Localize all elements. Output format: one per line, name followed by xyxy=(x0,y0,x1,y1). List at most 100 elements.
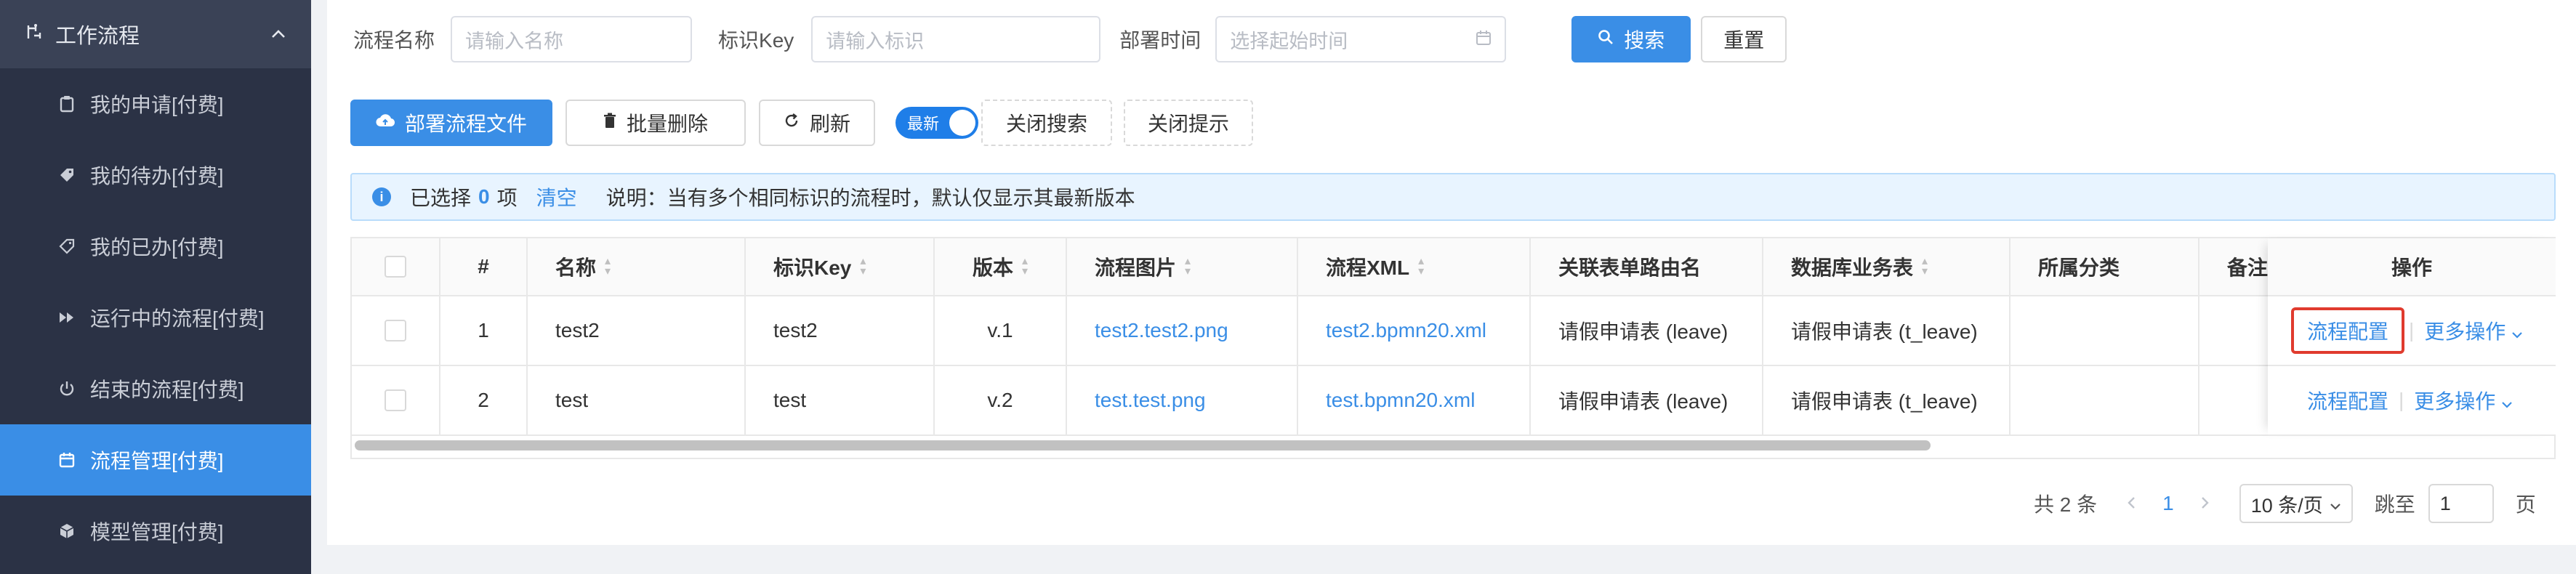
sidebar-item-my-applications[interactable]: 我的申请[付费] xyxy=(0,68,311,140)
sidebar-item-label: 结束的流程[付费] xyxy=(90,379,244,401)
next-page-icon[interactable] xyxy=(2200,492,2210,515)
batch-delete-button[interactable]: 批量删除 xyxy=(565,100,746,146)
toolbar: 部署流程文件 批量删除 刷新 最新 关闭搜索 关闭提示 xyxy=(350,100,1253,146)
col-key[interactable]: 标识Key ▴ ▾ xyxy=(746,238,935,295)
jump-input[interactable]: 1 xyxy=(2428,484,2494,523)
col-ops: 操作 xyxy=(2268,238,2556,296)
table-row: 1 test2 test2 v.1 test2.test2.png test2.… xyxy=(352,296,2554,366)
key-input[interactable]: 请输入标识 xyxy=(811,16,1101,62)
chevron-up-icon[interactable] xyxy=(270,24,286,44)
calendar-icon xyxy=(54,452,80,468)
col-category: 所属分类 xyxy=(2011,238,2199,295)
row-name: test xyxy=(528,366,746,434)
refresh-icon xyxy=(784,113,800,134)
col-version[interactable]: 版本 ▴ ▾ xyxy=(935,238,1067,295)
row-checkbox[interactable] xyxy=(385,320,406,341)
search-form: 流程名称 请输入名称 标识Key 请输入标识 部署时间 选择起始时间 搜索 重置 xyxy=(353,16,1787,62)
divider: | xyxy=(2409,319,2415,341)
row-index: 1 xyxy=(440,296,528,365)
row-version: v.2 xyxy=(935,366,1067,434)
selected-count: 0 xyxy=(478,185,490,208)
sort-icon: ▴ ▾ xyxy=(1922,255,1928,278)
image-link[interactable]: test2.test2.png xyxy=(1095,319,1228,342)
deploy-button[interactable]: 部署流程文件 xyxy=(350,100,552,146)
tag-outline-icon xyxy=(54,238,80,255)
row-index: 2 xyxy=(440,366,528,434)
page-number[interactable]: 1 xyxy=(2162,492,2174,515)
total-count: 共 2 条 xyxy=(2034,493,2098,516)
reset-button[interactable]: 重置 xyxy=(1701,16,1787,62)
select-all-checkbox[interactable] xyxy=(385,256,406,278)
close-search-button[interactable]: 关闭搜索 xyxy=(981,100,1112,146)
row-key: test xyxy=(746,366,935,434)
row-xml-cell: test.bpmn20.xml xyxy=(1298,366,1531,434)
chevron-down-icon xyxy=(2511,320,2523,343)
page-suffix: 页 xyxy=(2515,493,2536,516)
sidebar-item-label: 模型管理[付费] xyxy=(90,521,224,543)
row-category xyxy=(2011,296,2199,365)
row-route: 请假申请表 (leave) xyxy=(1531,296,1763,365)
refresh-button[interactable]: 刷新 xyxy=(759,100,875,146)
image-link[interactable]: test.test.png xyxy=(1095,389,1206,412)
process-config-link[interactable]: 流程配置 xyxy=(2307,386,2388,415)
sidebar-item-label: 流程管理[付费] xyxy=(90,450,224,472)
horizontal-scrollbar[interactable] xyxy=(355,440,1931,450)
workflow-icon xyxy=(25,23,44,47)
sidebar-item-finished[interactable]: 结束的流程[付费] xyxy=(0,353,311,424)
sort-icon: ▴ ▾ xyxy=(1418,255,1425,278)
sidebar-item-label: 我的已办[付费] xyxy=(90,236,224,259)
sidebar-group-workflow[interactable]: 工作流程 xyxy=(0,0,311,68)
alert-note: 说明：当有多个相同标识的流程时，默认仅显示其最新版本 xyxy=(605,187,1135,209)
chevron-down-icon xyxy=(2501,390,2513,413)
row-route: 请假申请表 (leave) xyxy=(1531,366,1763,434)
close-tip-button[interactable]: 关闭提示 xyxy=(1124,100,1253,146)
time-label: 部署时间 xyxy=(1119,29,1202,52)
xml-link[interactable]: test.bpmn20.xml xyxy=(1326,389,1475,412)
search-button[interactable]: 搜索 xyxy=(1571,16,1691,62)
jump-label: 跳至 xyxy=(2374,493,2415,516)
col-name[interactable]: 名称 ▴ ▾ xyxy=(528,238,746,295)
clear-selection-link[interactable]: 清空 xyxy=(536,182,577,211)
sidebar-item-model-management[interactable]: 模型管理[付费] xyxy=(0,496,311,567)
sidebar-item-running[interactable]: 运行中的流程[付费] xyxy=(0,282,311,353)
row-key: test2 xyxy=(746,296,935,365)
pagination: 共 2 条 1 10 条/页 跳至 1 页 xyxy=(2034,484,2536,523)
row-xml-cell: test2.bpmn20.xml xyxy=(1298,296,1531,365)
sidebar-item-label: 我的待办[付费] xyxy=(90,165,224,187)
sidebar-group-label: 工作流程 xyxy=(55,25,140,48)
latest-toggle[interactable]: 最新 xyxy=(895,107,978,139)
more-actions-dropdown[interactable]: 更多操作 xyxy=(2424,316,2523,345)
name-input[interactable]: 请输入名称 xyxy=(451,16,693,62)
info-icon: i xyxy=(372,187,391,206)
col-biz-table[interactable]: 数据库业务表 ▴ ▾ xyxy=(1763,238,2011,295)
select-all-cell xyxy=(352,238,440,295)
row-ops: 流程配置 | 更多操作 xyxy=(2268,366,2556,436)
row-category xyxy=(2011,366,2199,434)
row-name: test2 xyxy=(528,296,746,365)
sidebar-item-my-todo[interactable]: 我的待办[付费] xyxy=(0,140,311,211)
clipboard-icon xyxy=(54,95,80,113)
col-image[interactable]: 流程图片 ▴ ▾ xyxy=(1067,238,1298,295)
sidebar-item-my-done[interactable]: 我的已办[付费] xyxy=(0,211,311,282)
process-table: # 名称 ▴ ▾ 标识Key ▴ ▾ 版本 ▴ ▾ 流程图片 ▴ ▾ 流程XML ▴ ▾ 关联表单路… xyxy=(350,237,2556,459)
prev-page-icon[interactable] xyxy=(2126,492,2136,515)
time-picker[interactable]: 选择起始时间 xyxy=(1215,16,1507,62)
table-row: 2 test test v.2 test.test.png test.bpmn2… xyxy=(352,366,2554,436)
toggle-knob xyxy=(949,110,975,136)
row-biz-table: 请假申请表 (t_leave) xyxy=(1763,366,2011,434)
row-version: v.1 xyxy=(935,296,1067,365)
page-size-select[interactable]: 10 条/页 xyxy=(2239,484,2353,523)
name-label: 流程名称 xyxy=(353,29,435,52)
xml-link[interactable]: test2.bpmn20.xml xyxy=(1326,319,1486,342)
col-xml[interactable]: 流程XML ▴ ▾ xyxy=(1298,238,1531,295)
divider: | xyxy=(2399,389,2404,411)
more-actions-dropdown[interactable]: 更多操作 xyxy=(2414,386,2513,415)
sort-icon: ▴ ▾ xyxy=(605,255,611,278)
sidebar-item-process-management[interactable]: 流程管理[付费] xyxy=(0,424,311,496)
row-checkbox[interactable] xyxy=(385,389,406,411)
row-biz-table: 请假申请表 (t_leave) xyxy=(1763,296,2011,365)
process-config-link[interactable]: 流程配置 xyxy=(2291,307,2405,354)
sidebar: 工作流程 我的申请[付费] 我的待办[付费] 我的已办[付费] 运行中的流程[付… xyxy=(0,0,311,574)
table-header: # 名称 ▴ ▾ 标识Key ▴ ▾ 版本 ▴ ▾ 流程图片 ▴ ▾ 流程XML ▴ ▾ 关联表单路… xyxy=(352,238,2554,296)
power-icon xyxy=(54,380,80,397)
